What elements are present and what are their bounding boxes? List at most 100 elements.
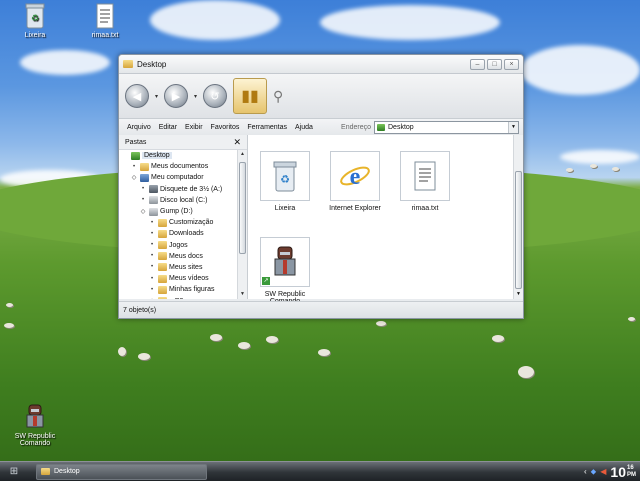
tree-item[interactable]: • Disco local (C:) <box>119 195 237 206</box>
tree-item-label: Disco local (C:) <box>160 196 208 204</box>
tree-item[interactable]: • Minhas figuras <box>119 284 237 295</box>
tree-expander[interactable]: • <box>148 242 156 248</box>
tree-item[interactable]: ◇ Gump (D:) <box>119 206 237 217</box>
recycle-bin-icon: ♻ <box>260 151 310 201</box>
back-history-dropdown[interactable]: ▾ <box>155 93 158 100</box>
folder-tree-scrollbar[interactable]: ▲ ▼ <box>237 150 247 299</box>
menu-exibir[interactable]: Exibir <box>181 124 207 131</box>
file-item-recycle-bin[interactable]: ♻ Lixeira <box>250 151 320 212</box>
tree-expander[interactable]: ◇ <box>139 208 147 215</box>
tree-expander[interactable]: • <box>139 197 147 203</box>
folders-pane-title: Pastas <box>125 138 147 146</box>
scrollbar-thumb[interactable] <box>239 162 246 254</box>
start-button[interactable]: ⊞ <box>0 462 28 481</box>
sheep <box>492 335 504 342</box>
system-tray: ‹ ⬥ ◀ 10 16 PM <box>584 465 640 479</box>
forward-history-dropdown[interactable]: ▾ <box>194 93 197 100</box>
tree-item[interactable]: • mP3 <box>119 295 237 299</box>
scrollbar-thumb[interactable] <box>515 171 522 289</box>
cloud <box>20 50 110 75</box>
tree-expander[interactable]: • <box>130 164 138 170</box>
desktop-icon <box>377 123 385 131</box>
file-item-rimaa-txt[interactable]: rimaa.txt <box>390 151 460 212</box>
tree-expander[interactable]: • <box>139 186 147 192</box>
file-item-internet-explorer[interactable]: e Internet Explorer <box>320 151 390 212</box>
clock-hour: 10 <box>610 463 626 480</box>
windows-logo-icon: ⊞ <box>9 466 19 477</box>
address-label: Endereço <box>341 123 371 131</box>
desktop-icon-recycle-bin[interactable]: ♻ Lixeira <box>5 2 65 39</box>
menu-bar: Arquivo Editar Exibir Favoritos Ferramen… <box>119 119 523 136</box>
tree-item-label: Jogos <box>169 241 188 249</box>
tree-item[interactable]: Desktop <box>119 150 237 161</box>
folders-pane: Pastas ✕ Desktop • Meus documentos ◇ Meu com… <box>119 135 248 299</box>
window-titlebar[interactable]: Desktop – □ × <box>119 55 523 74</box>
scroll-down-arrow[interactable]: ▼ <box>514 290 523 299</box>
volume-icon[interactable]: ◀ <box>600 467 606 476</box>
game-shortcut-icon: ↗ <box>260 237 310 287</box>
close-pane-button[interactable]: ✕ <box>233 137 241 148</box>
network-icon[interactable]: ⬥ <box>591 467 597 477</box>
sheep <box>566 168 573 172</box>
tree-item[interactable]: • Meus documentos <box>119 161 237 172</box>
file-view: ♻ Lixeira e Internet Explorer rimaa.txt … <box>248 135 523 305</box>
tree-expander[interactable]: • <box>148 231 156 237</box>
tree-item[interactable]: • Jogos <box>119 240 237 251</box>
clock[interactable]: 10 16 PM <box>610 465 636 479</box>
desktop-icon-text-file[interactable]: rimaa.txt <box>75 2 135 39</box>
tree-expander[interactable]: • <box>148 276 156 282</box>
tree-item-label: Customização <box>169 219 214 227</box>
file-label: rimaa.txt <box>411 205 439 212</box>
tray-expand-icon[interactable]: ‹ <box>584 467 587 476</box>
scroll-down-arrow[interactable]: ▼ <box>238 290 247 299</box>
tree-item-label: Minhas figuras <box>169 286 215 294</box>
explorer-window[interactable]: Desktop – □ × ◀ ▾ ▶ ▾ ↺ ▮▮ ⚲ Arquivo Edi… <box>118 54 524 319</box>
maximize-button[interactable]: □ <box>487 58 502 70</box>
sheep <box>138 353 150 360</box>
text-file-icon <box>92 2 118 30</box>
file-item-sw-republic-comando[interactable]: ↗ SW Republic Comando <box>250 237 320 305</box>
scroll-up-arrow[interactable]: ▲ <box>238 150 247 159</box>
file-view-scrollbar[interactable]: ▼ <box>513 135 523 299</box>
back-button[interactable]: ◀ <box>125 84 149 108</box>
sheep <box>118 347 126 356</box>
address-field[interactable]: Desktop ▼ <box>374 120 519 134</box>
address-dropdown[interactable]: ▼ <box>508 121 518 133</box>
tree-item[interactable]: • Meus sites <box>119 262 237 273</box>
tree-item[interactable]: • Customização <box>119 217 237 228</box>
tree-item[interactable]: ◇ Meu computador <box>119 172 237 183</box>
tree-item[interactable]: • Disquete de 3½ (A:) <box>119 184 237 195</box>
tree-expander[interactable]: • <box>148 220 156 226</box>
folder-icon <box>158 274 167 283</box>
sheep <box>376 321 386 326</box>
desktop-icon <box>131 151 140 160</box>
sheep <box>4 323 14 328</box>
up-button[interactable]: ↺ <box>203 84 228 108</box>
search-icon[interactable]: ⚲ <box>273 88 283 105</box>
taskbar-item-desktop[interactable]: Desktop <box>36 463 207 480</box>
folders-button[interactable]: ▮▮ <box>233 78 268 114</box>
tree-item[interactable]: • Meus docs <box>119 251 237 262</box>
toolbar: ◀ ▾ ▶ ▾ ↺ ▮▮ ⚲ <box>119 74 523 119</box>
tree-expander[interactable]: • <box>148 287 156 293</box>
minimize-button[interactable]: – <box>470 58 485 70</box>
tree-expander[interactable]: • <box>148 264 156 270</box>
tree-expander[interactable]: • <box>148 253 156 259</box>
tree-item[interactable]: • Meus vídeos <box>119 273 237 284</box>
desktop-icon-game[interactable]: SW Republic Comando <box>5 403 65 447</box>
tree-item-label: Meus documentos <box>151 163 209 171</box>
folder-icon <box>158 263 167 272</box>
menu-ferramentas[interactable]: Ferramentas <box>243 124 291 131</box>
menu-arquivo[interactable]: Arquivo <box>123 124 155 131</box>
forward-button[interactable]: ▶ <box>164 84 189 108</box>
close-button[interactable]: × <box>504 58 519 70</box>
menu-ajuda[interactable]: Ajuda <box>291 124 317 131</box>
menu-editar[interactable]: Editar <box>155 124 181 131</box>
tree-item-label: Disquete de 3½ (A:) <box>160 185 223 193</box>
tree-item[interactable]: • Downloads <box>119 228 237 239</box>
tree-expander[interactable]: ◇ <box>130 174 138 181</box>
tree-expander[interactable]: • <box>148 298 156 299</box>
menu-favoritos[interactable]: Favoritos <box>207 124 244 131</box>
tree-item-label: Meu computador <box>151 174 204 182</box>
folder-icon <box>158 241 167 250</box>
